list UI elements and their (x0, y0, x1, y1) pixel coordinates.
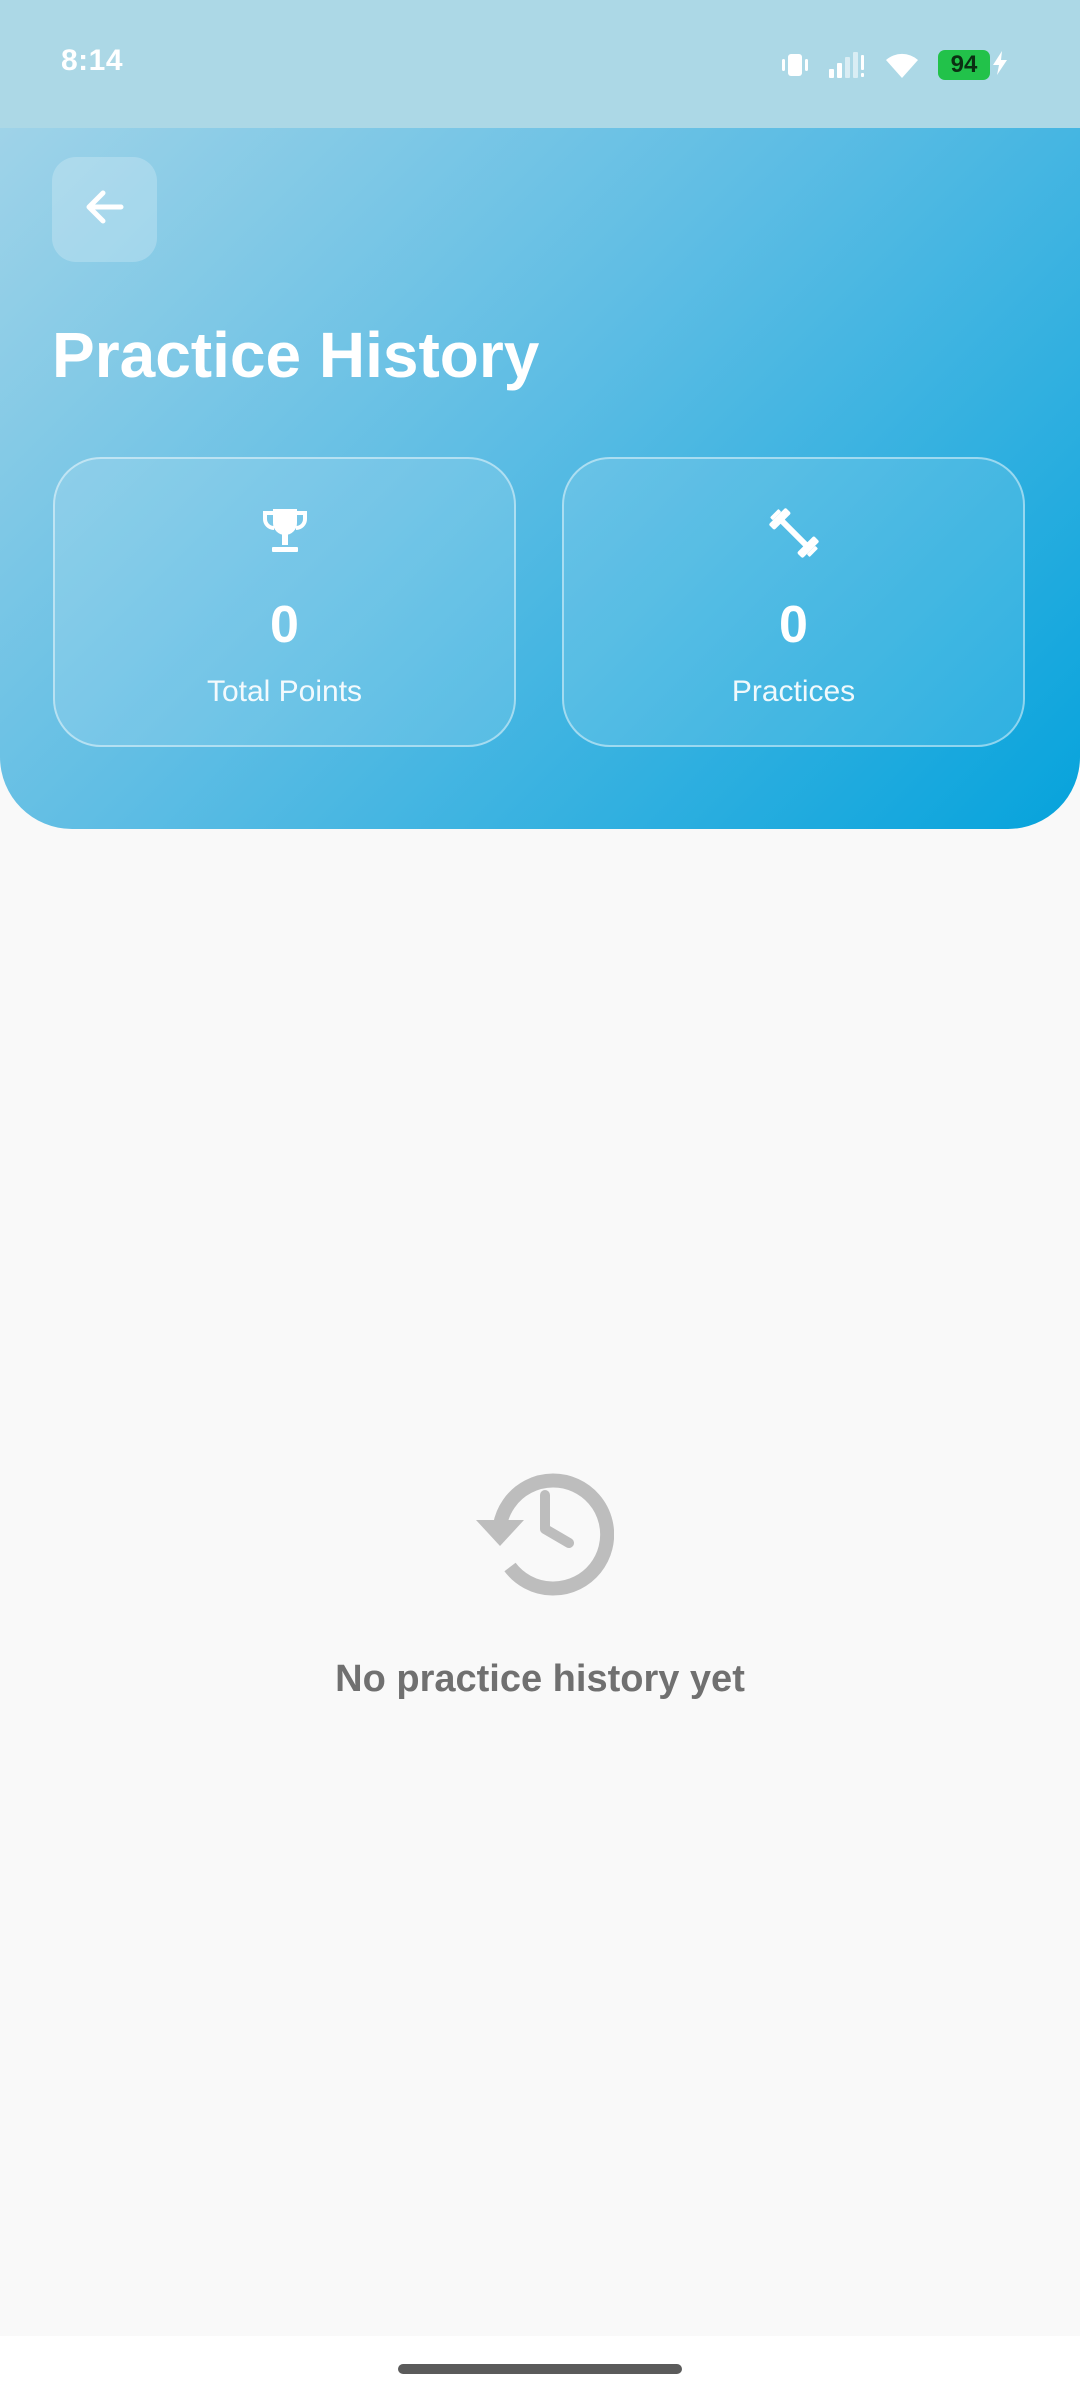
total-points-value: 0 (270, 596, 299, 654)
status-time: 8:14 (61, 44, 124, 77)
vibrate-icon (780, 52, 810, 78)
status-bar: 8:14 94 (0, 0, 1080, 128)
navigation-bar (0, 2336, 1080, 2400)
total-points-label: Total Points (206, 675, 363, 708)
wifi-icon (884, 51, 920, 79)
battery-icon: 94 (938, 50, 1008, 80)
practices-label: Practices (731, 675, 856, 708)
history-icon (466, 1460, 615, 1605)
home-indicator[interactable] (398, 2364, 682, 2374)
practices-value: 0 (779, 596, 808, 654)
practices-card: 0 Practices (562, 457, 1025, 747)
signal-icon (828, 51, 866, 79)
total-points-card: 0 Total Points (53, 457, 516, 747)
trophy-icon (55, 505, 514, 557)
status-icons: 94 (762, 48, 1008, 82)
page-title: Practice History (52, 319, 540, 391)
dumbbell-icon (564, 505, 1023, 561)
arrow-left-icon (81, 183, 129, 236)
back-button[interactable] (52, 157, 157, 262)
header-banner: Practice History 0 Total Points 0 Practi… (0, 128, 1080, 829)
battery-level: 94 (938, 50, 990, 80)
empty-state-message: No practice history yet (335, 1658, 745, 1700)
charging-icon (992, 50, 1008, 80)
